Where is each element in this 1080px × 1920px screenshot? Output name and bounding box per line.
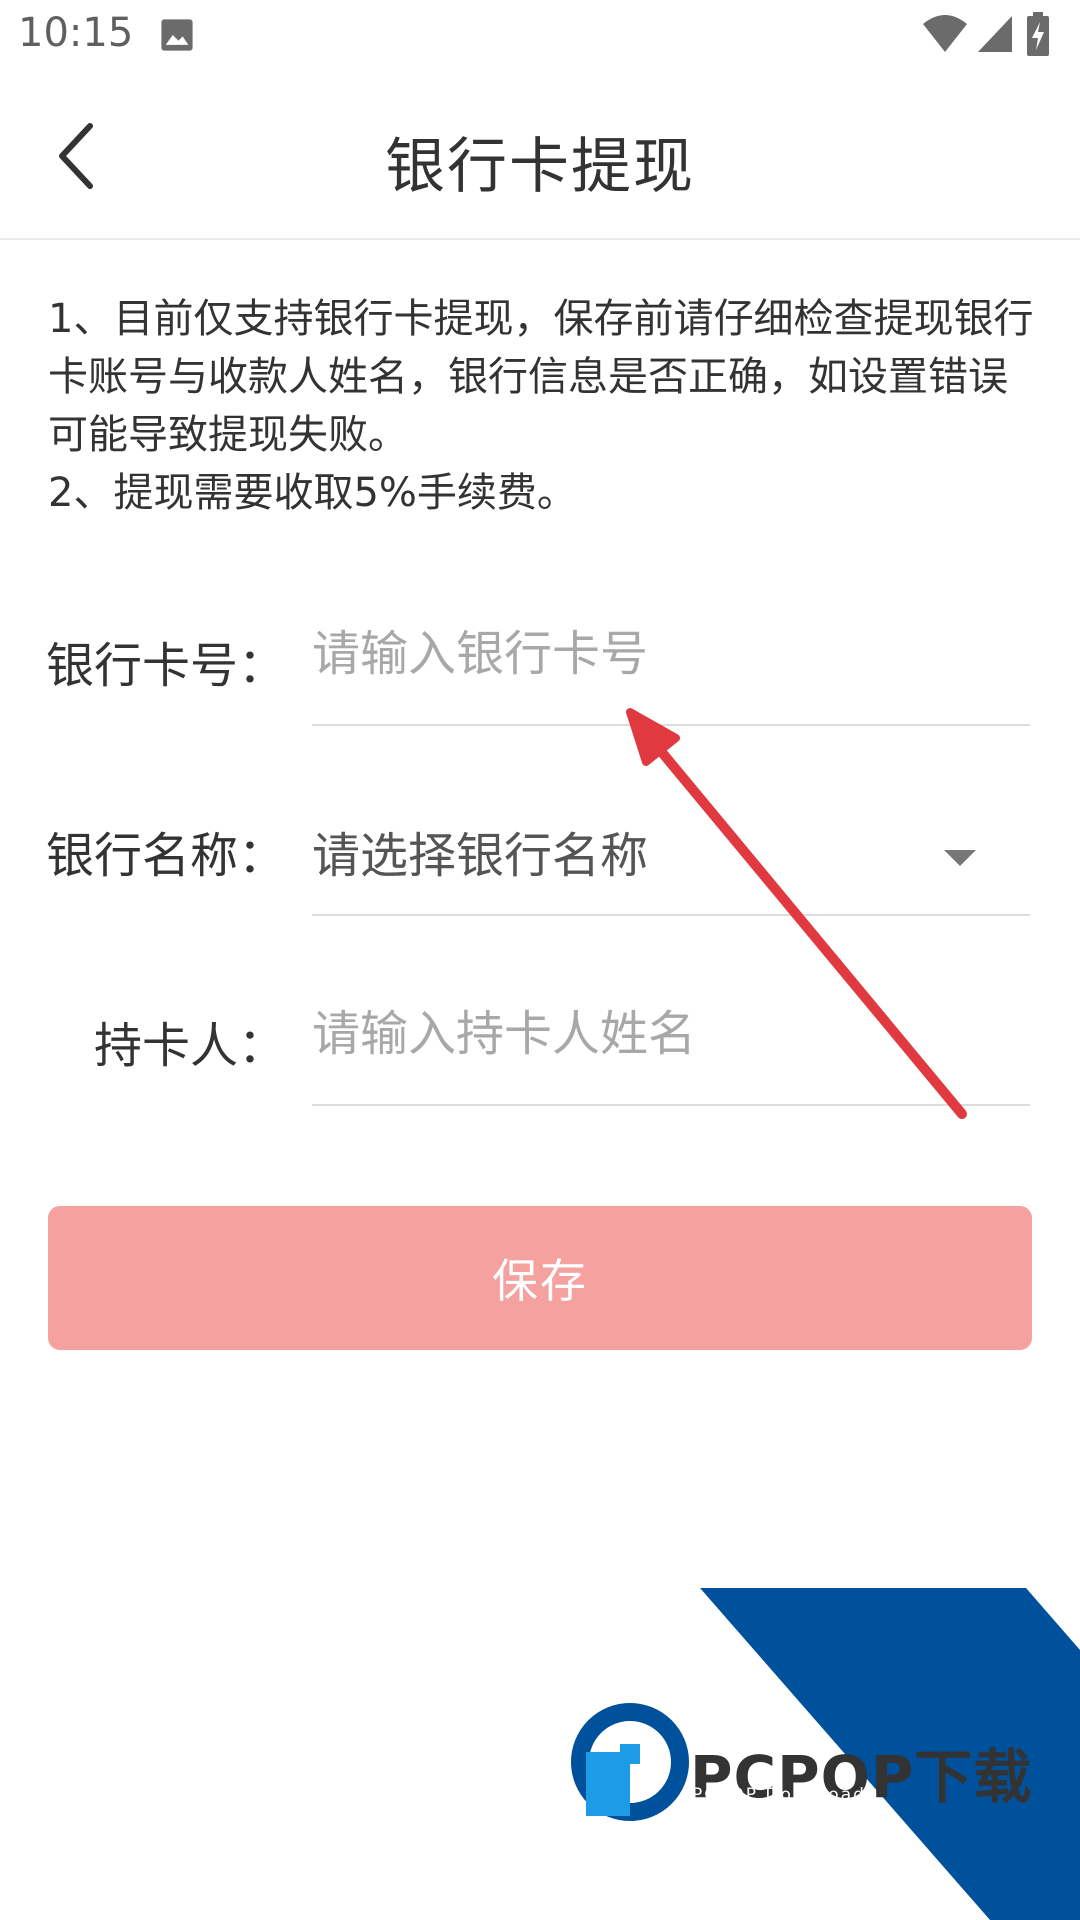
bank-name-row: 银行名称： 请选择银行名称 [0, 766, 1080, 916]
watermark-subtext: PCPOP Download [692, 1785, 866, 1805]
page-title: 银行卡提现 [385, 132, 695, 202]
cardholder-label: 持卡人： [93, 1018, 286, 1074]
bank-name-label: 银行名称： [45, 828, 286, 884]
cardholder-input[interactable] [312, 1006, 992, 1062]
battery-charging-icon [1027, 12, 1049, 56]
image-icon [161, 19, 193, 51]
status-bar: 10:15 [0, 0, 1080, 72]
notice-line-1: 1、目前仅支持银行卡提现，保存前请仔细检查提现银行卡账号与收款人姓名，银行信息是… [48, 296, 1034, 458]
save-button[interactable]: 保存 [48, 1206, 1032, 1350]
wifi-icon [923, 15, 967, 52]
status-time: 10:15 [18, 10, 134, 56]
signal-icon [978, 16, 1012, 52]
bank-name-select-value: 请选择银行名称 [312, 828, 649, 884]
card-number-label: 银行卡号： [45, 638, 286, 694]
bank-name-select[interactable]: 请选择银行名称 [312, 766, 1030, 916]
cardholder-field [312, 956, 1030, 1106]
card-number-row: 银行卡号： [0, 576, 1080, 726]
notice-line-2: 2、提现需要收取5%手续费。 [48, 470, 577, 516]
dropdown-arrow-icon [944, 850, 976, 866]
cardholder-row: 持卡人： [0, 956, 1080, 1106]
header: 银行卡提现 [0, 72, 1080, 240]
notice-text: 1、目前仅支持银行卡提现，保存前请仔细检查提现银行卡账号与收款人姓名，银行信息是… [48, 290, 1038, 522]
card-number-field [312, 576, 1030, 726]
card-number-input[interactable] [312, 626, 992, 682]
